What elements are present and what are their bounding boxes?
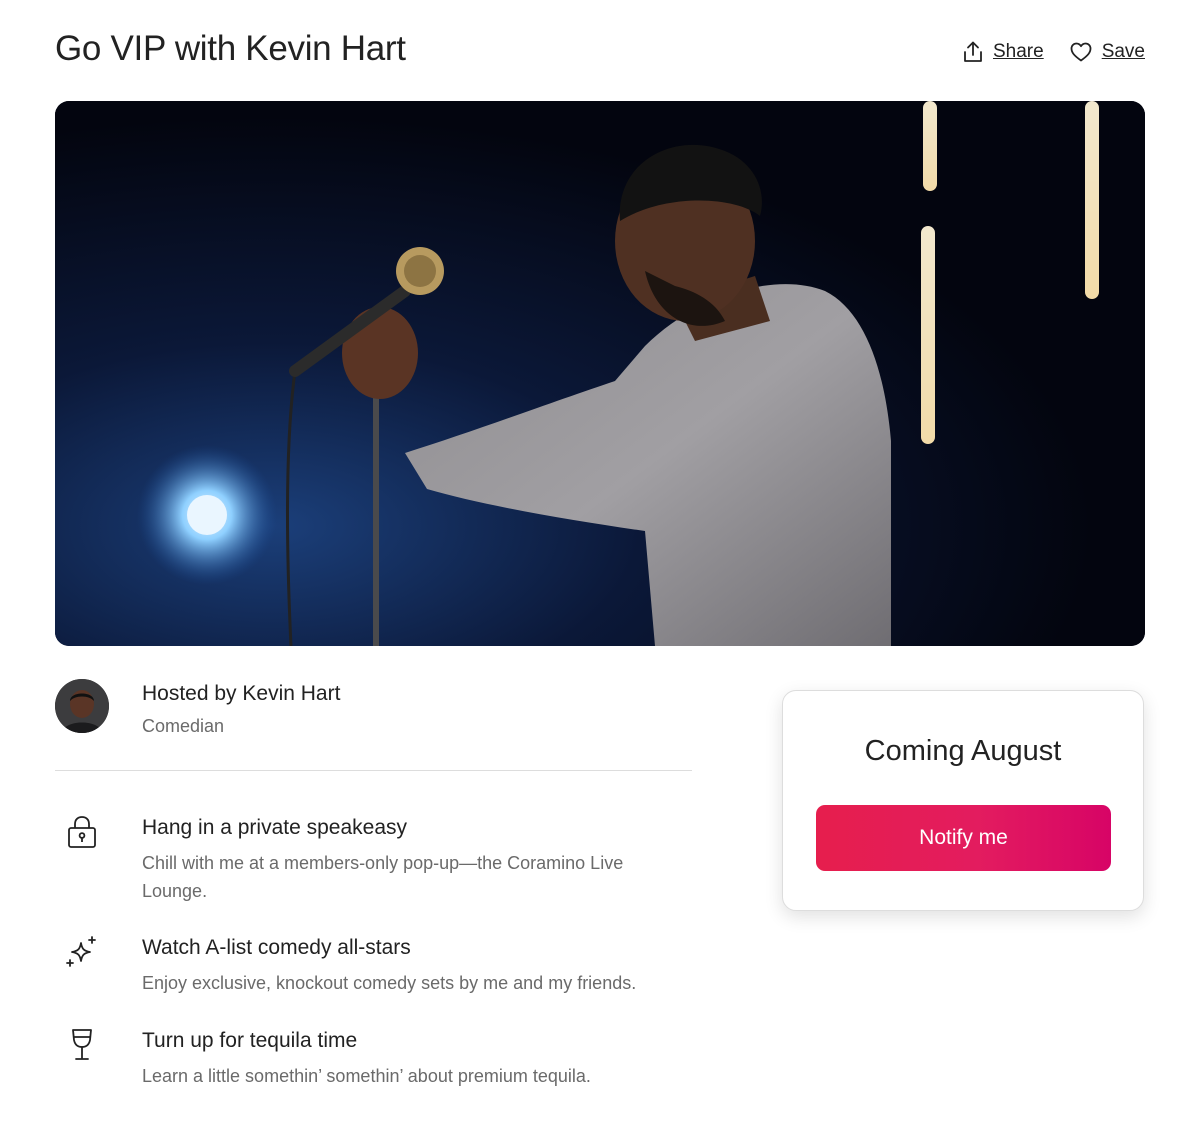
feature-item: Turn up for tequila time Learn a little …	[55, 1028, 692, 1092]
feature-title: Watch A-list comedy all-stars	[142, 936, 411, 959]
header-actions: Share Save	[963, 40, 1145, 64]
sparkles-icon	[65, 935, 99, 969]
feature-title: Hang in a private speakeasy	[142, 816, 407, 839]
page-title: Go VIP with Kevin Hart	[55, 29, 406, 68]
share-button[interactable]: Share	[963, 40, 1044, 64]
booking-card: Coming August Notify me	[782, 690, 1144, 911]
feature-title: Turn up for tequila time	[142, 1029, 358, 1052]
feature-item: Watch A-list comedy all-stars Enjoy excl…	[55, 935, 692, 999]
share-label: Share	[992, 41, 1044, 62]
host-role: Comedian	[142, 716, 225, 736]
avatar[interactable]	[55, 679, 109, 733]
feature-description: Chill with me at a members-only pop-up—t…	[142, 853, 624, 901]
save-button[interactable]: Save	[1070, 40, 1145, 64]
share-icon	[963, 41, 983, 63]
feature-description: Enjoy exclusive, knockout comedy sets by…	[142, 973, 637, 993]
host-section: Hosted by Kevin Hart Comedian	[55, 679, 692, 771]
wine-glass-icon	[65, 1028, 99, 1062]
feature-description: Learn a little somethin’ somethin’ about…	[142, 1066, 591, 1086]
lock-icon	[65, 815, 99, 849]
booking-status: Coming August	[864, 735, 1062, 767]
hero-image	[55, 101, 1145, 646]
host-name: Hosted by Kevin Hart	[142, 682, 341, 705]
heart-icon	[1070, 42, 1092, 62]
page-header: Go VIP with Kevin Hart Share Save	[55, 28, 1145, 76]
save-label: Save	[1101, 41, 1145, 62]
feature-item: Hang in a private speakeasy Chill with m…	[55, 815, 692, 905]
notify-me-button[interactable]: Notify me	[816, 805, 1111, 871]
